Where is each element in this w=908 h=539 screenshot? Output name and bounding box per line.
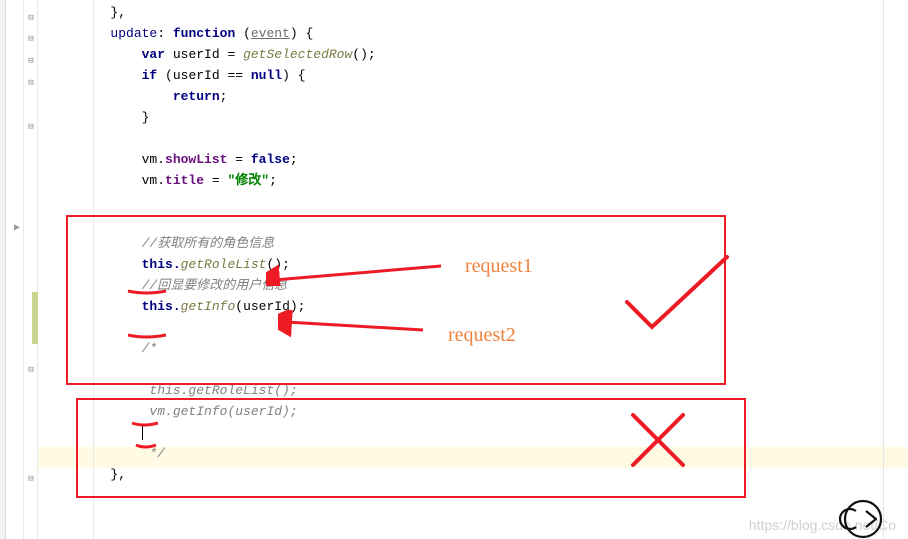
code-line: return; [48,86,908,107]
fold-icon[interactable]: ⊟ [26,365,36,375]
code-line: vm.title = "修改"; [48,170,908,191]
watermark-logo [808,499,898,539]
fold-icon[interactable]: ⊟ [26,34,36,44]
annotation-label: request1 [465,255,533,278]
annotation-label: request2 [448,324,516,347]
code-line: vm.showList = false; [48,149,908,170]
code-line: } [48,107,908,128]
code-line: update: function (event) { [48,23,908,44]
fold-icon[interactable]: ⊟ [26,56,36,66]
annotation-box-1 [66,215,726,385]
gutter[interactable]: ⊟ ⊟ ⊟ ⊟ ⊟ ⊟ ⊟ ▶ [6,0,38,539]
fold-icon[interactable]: ⊟ [26,13,36,23]
code-line: }, [48,2,908,23]
code-line: if (userId == null) { [48,65,908,86]
fold-icon[interactable]: ⊟ [26,122,36,132]
fold-icon[interactable]: ⊟ [26,474,36,484]
fold-area: ⊟ ⊟ ⊟ ⊟ ⊟ ⊟ ⊟ [24,0,38,539]
play-icon[interactable]: ▶ [14,222,20,234]
code-line [48,191,908,212]
annotation-box-2 [76,398,746,498]
fold-icon[interactable]: ⊟ [26,78,36,88]
code-line [48,128,908,149]
gutter-icons [6,0,24,539]
code-line: var userId = getSelectedRow(); [48,44,908,65]
right-border [883,0,884,539]
